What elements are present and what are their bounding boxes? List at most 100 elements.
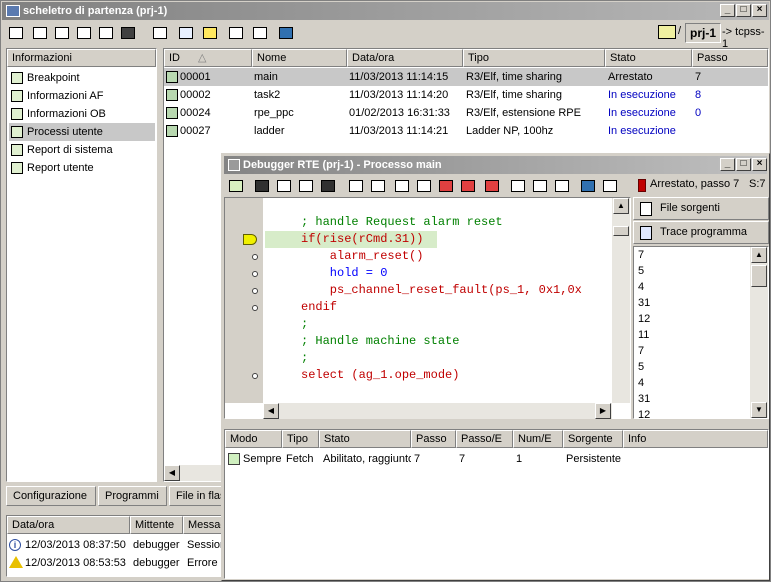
log-col-datetime[interactable]: Data/ora [7, 516, 130, 534]
trace-scroll-thumb[interactable] [751, 265, 767, 287]
info-item[interactable]: Processi utente [9, 123, 155, 141]
code-hscrollbar[interactable]: ◀ ▶ [263, 403, 612, 419]
tab-configurazione[interactable]: Configurazione [6, 486, 96, 506]
bp-col-passo-e[interactable]: Passo/E [456, 430, 513, 448]
info-item[interactable]: Informazioni AF [9, 87, 155, 105]
col-dataora[interactable]: Data/ora [347, 49, 463, 67]
col-id[interactable]: ID △ [164, 49, 252, 67]
debugger-close-button[interactable]: × [752, 158, 767, 171]
dbg-list1-icon[interactable] [508, 176, 528, 196]
bp-row[interactable]: Sempre Fetch Abilitato, raggiunto 7 7 1 Persis… [225, 450, 768, 468]
trace-value[interactable]: 7 [638, 247, 738, 263]
col-passo[interactable]: Passo [692, 49, 768, 67]
trace-value[interactable]: 12 [638, 407, 738, 418]
col-stato[interactable]: Stato [605, 49, 692, 67]
line-dot-icon[interactable] [252, 254, 258, 260]
dbg-c-icon[interactable] [392, 176, 412, 196]
dbg-d-icon[interactable] [414, 176, 434, 196]
log-row[interactable]: i 12/03/2013 08:37:50 debugger Sessione [7, 536, 223, 554]
info-item[interactable]: Breakpoint [9, 69, 155, 87]
bp-col-stato[interactable]: Stato [319, 430, 411, 448]
line-dot-icon[interactable] [252, 305, 258, 311]
view5-icon[interactable] [118, 23, 138, 43]
dbg-b-icon[interactable] [368, 176, 388, 196]
code-editor[interactable]: ; handle Request alarm reset if(rise(rCmd… [224, 197, 631, 419]
info-item[interactable]: Informazioni OB [9, 105, 155, 123]
trace-value[interactable]: 4 [638, 375, 738, 391]
trace-vscrollbar[interactable]: ▲ ▼ [750, 247, 768, 418]
code-scroll-right-icon[interactable]: ▶ [595, 403, 611, 419]
view3-icon[interactable] [74, 23, 94, 43]
dbg-stop-icon[interactable] [318, 176, 338, 196]
line-dot-icon[interactable] [252, 288, 258, 294]
trace-value[interactable]: 5 [638, 263, 738, 279]
dbg-bp3-icon[interactable] [482, 176, 502, 196]
window2-icon[interactable] [250, 23, 270, 43]
dbg-list3-icon[interactable] [552, 176, 572, 196]
trace-value[interactable]: 5 [638, 359, 738, 375]
trace-scroll-down-icon[interactable]: ▼ [751, 402, 767, 418]
tree-icon[interactable] [150, 23, 170, 43]
debugger-minimize-button[interactable]: _ [720, 158, 735, 171]
bp-col-num-e[interactable]: Num/E [513, 430, 563, 448]
trace-value[interactable]: 12 [638, 311, 738, 327]
trace-value[interactable]: 11 [638, 327, 738, 343]
book-icon[interactable] [276, 23, 296, 43]
window1-icon[interactable] [226, 23, 246, 43]
process-row[interactable]: 00024 rpe_ppc 01/02/2013 16:31:33 R3/Elf, e… [164, 104, 768, 122]
line-dot-icon[interactable] [252, 271, 258, 277]
file-sorgenti-button[interactable]: File sorgenti [633, 197, 769, 220]
log-row[interactable]: 12/03/2013 08:53:53 debugger Errore i [7, 554, 223, 572]
bp-col-passo[interactable]: Passo [411, 430, 456, 448]
process-row[interactable]: 00002 task2 11/03/2013 11:14:20 R3/Elf, tim… [164, 86, 768, 104]
bp-col-tipo[interactable]: Tipo [282, 430, 319, 448]
connect-icon[interactable] [6, 23, 26, 43]
dbg-run-icon[interactable] [252, 176, 272, 196]
dbg-step-icon[interactable] [274, 176, 294, 196]
bp-col-sorgente[interactable]: Sorgente [563, 430, 623, 448]
dbg-bp2-icon[interactable] [458, 176, 478, 196]
trace-value[interactable]: 4 [638, 279, 738, 295]
project-label: prj-1 [685, 23, 722, 43]
col-nome[interactable]: Nome [252, 49, 347, 67]
col-tipo[interactable]: Tipo [463, 49, 605, 67]
process-row[interactable]: 00001 main 11/03/2013 11:14:15 R3/Elf, time… [164, 68, 768, 86]
dbg-a-icon[interactable] [346, 176, 366, 196]
code-scroll-up-icon[interactable]: ▲ [613, 198, 629, 214]
code-vscrollbar[interactable]: ▲ [612, 198, 630, 403]
tab-programmi[interactable]: Programmi [98, 486, 167, 506]
info-item[interactable]: Report di sistema [9, 141, 155, 159]
mail-icon[interactable] [200, 23, 220, 43]
process-hscrollbar[interactable]: ◀ [164, 465, 221, 481]
trace-scroll-up-icon[interactable]: ▲ [751, 247, 767, 263]
dbg-list2-icon[interactable] [530, 176, 550, 196]
dbg-book-icon[interactable] [578, 176, 598, 196]
trace-programma-button[interactable]: Trace programma [633, 221, 769, 244]
trace-value[interactable]: 31 [638, 295, 738, 311]
maximize-button[interactable]: □ [736, 4, 751, 17]
close-button[interactable]: × [752, 4, 767, 17]
dbg-help-icon[interactable] [600, 176, 620, 196]
debugger-maximize-button[interactable]: □ [736, 158, 751, 171]
minimize-button[interactable]: _ [720, 4, 735, 17]
view2-icon[interactable] [52, 23, 72, 43]
dbg-tree-icon[interactable] [226, 176, 246, 196]
tab-file-in-flash[interactable]: File in flash [169, 486, 226, 506]
trace-value[interactable]: 31 [638, 391, 738, 407]
info-item[interactable]: Report utente [9, 159, 155, 177]
process-row[interactable]: 00027 ladder 11/03/2013 11:14:21 Ladder NP,… [164, 122, 768, 140]
bp-col-info[interactable]: Info [623, 430, 768, 448]
code-scroll-left-icon[interactable]: ◀ [263, 403, 279, 419]
view4-icon[interactable] [96, 23, 116, 43]
bp-col-modo[interactable]: Modo [225, 430, 282, 448]
line-dot-icon[interactable] [252, 373, 258, 379]
dbg-bp1-icon[interactable] [436, 176, 456, 196]
trace-value[interactable]: 7 [638, 343, 738, 359]
log-col-message[interactable]: Messaggio [183, 516, 224, 534]
log-col-sender[interactable]: Mittente [130, 516, 183, 534]
code-scroll-thumb[interactable] [613, 226, 629, 236]
view1-icon[interactable] [30, 23, 50, 43]
scroll-left-icon[interactable]: ◀ [164, 465, 180, 481]
search-icon[interactable] [176, 23, 196, 43]
dbg-stepdown-icon[interactable] [296, 176, 316, 196]
